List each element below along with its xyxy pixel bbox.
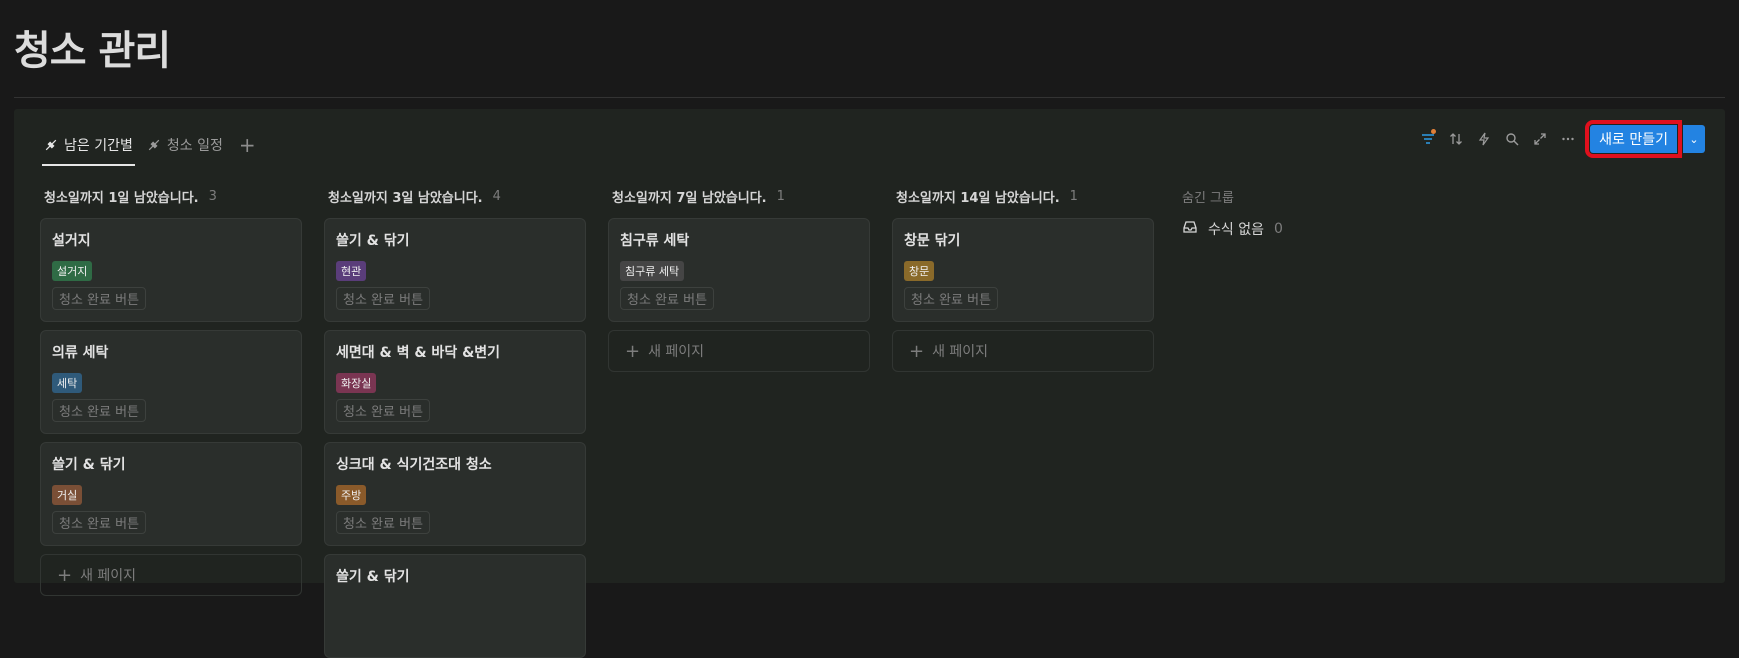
- column-title: 청소일까지 14일 남았습니다.: [896, 190, 1060, 206]
- card-tag: 창문: [904, 261, 935, 281]
- hidden-groups: 숨긴 그룹 수식 없음 0: [1176, 183, 1382, 658]
- column-header[interactable]: 청소일까지 1일 남았습니다. 3: [40, 183, 302, 209]
- column-header[interactable]: 청소일까지 14일 남았습니다. 1: [892, 183, 1154, 209]
- inbox-icon: [1182, 219, 1198, 239]
- database-panel: 남은 기간별 청소 일정 + 새로 만들기 ⌄ 청소일까지 1일 남았습니다. …: [14, 109, 1725, 658]
- board: 청소일까지 1일 남았습니다. 3 설거지 설거지 청소 완료 버튼 의류 세탁…: [40, 183, 1382, 658]
- board-card[interactable]: 의류 세탁 세탁 청소 완료 버튼: [40, 330, 302, 434]
- plus-icon: +: [625, 340, 641, 362]
- hidden-group-label: 수식 없음: [1208, 222, 1264, 238]
- new-page-button[interactable]: + 새 페이지: [608, 330, 870, 372]
- column-count: 1: [776, 188, 785, 204]
- title-divider: [14, 97, 1725, 98]
- pin-icon: [147, 138, 161, 152]
- page-title: 청소 관리: [14, 28, 171, 74]
- column-count: 3: [208, 188, 217, 204]
- card-title: 싱크대 & 식기건조대 청소: [336, 457, 492, 473]
- expand-icon[interactable]: [1526, 125, 1554, 153]
- cleaning-done-button[interactable]: 청소 완료 버튼: [904, 287, 999, 310]
- board-card[interactable]: 설거지 설거지 청소 완료 버튼: [40, 218, 302, 322]
- card-title: 설거지: [52, 233, 91, 249]
- board-column: 청소일까지 7일 남았습니다. 1 침구류 세탁 침구류 세탁 청소 완료 버튼…: [608, 183, 870, 658]
- card-title: 의류 세탁: [52, 345, 109, 361]
- toolbar: 새로 만들기 ⌄: [1414, 120, 1705, 158]
- card-title: 쓸기 & 닦기: [52, 457, 126, 473]
- new-page-label: 새 페이지: [648, 344, 705, 360]
- card-tag: 침구류 세탁: [620, 261, 685, 281]
- tab-cleaning-schedule[interactable]: 청소 일정: [145, 130, 225, 160]
- cleaning-done-button[interactable]: 청소 완료 버튼: [336, 399, 431, 422]
- filter-icon[interactable]: [1414, 125, 1442, 153]
- board-card[interactable]: 쓸기 & 닦기 거실 청소 완료 버튼: [40, 442, 302, 546]
- tab-by-remaining-days[interactable]: 남은 기간별: [42, 130, 135, 166]
- new-button-group: 새로 만들기 ⌄: [1585, 120, 1705, 158]
- board-column: 청소일까지 14일 남았습니다. 1 창문 닦기 창문 청소 완료 버튼 + 새…: [892, 183, 1154, 658]
- card-title: 세면대 & 벽 & 바닥 &변기: [336, 345, 501, 361]
- hidden-group-count: 0: [1273, 221, 1283, 237]
- filter-active-dot: [1431, 129, 1437, 134]
- card-tag: 거실: [52, 485, 83, 505]
- tab-label: 남은 기간별: [64, 138, 133, 154]
- new-page-button[interactable]: + 새 페이지: [892, 330, 1154, 372]
- board-card[interactable]: 침구류 세탁 침구류 세탁 청소 완료 버튼: [608, 218, 870, 322]
- column-count: 1: [1069, 188, 1078, 204]
- plus-icon: +: [57, 564, 73, 586]
- column-title: 청소일까지 7일 남았습니다.: [612, 190, 767, 206]
- card-title: 쓸기 & 닦기: [336, 569, 410, 585]
- cleaning-done-button[interactable]: 청소 완료 버튼: [620, 287, 715, 310]
- search-icon[interactable]: [1498, 125, 1526, 153]
- sort-icon[interactable]: [1442, 125, 1470, 153]
- column-title: 청소일까지 1일 남았습니다.: [44, 190, 199, 206]
- more-icon[interactable]: [1554, 125, 1582, 153]
- card-tag: 주방: [336, 485, 367, 505]
- new-options-button[interactable]: ⌄: [1683, 125, 1705, 153]
- board-card[interactable]: 세면대 & 벽 & 바닥 &변기 화장실 청소 완료 버튼: [324, 330, 586, 434]
- cleaning-done-button[interactable]: 청소 완료 버튼: [336, 287, 431, 310]
- view-tabs: 남은 기간별 청소 일정 +: [42, 130, 256, 166]
- board-card[interactable]: 쓸기 & 닦기 현관 청소 완료 버튼: [324, 218, 586, 322]
- column-header[interactable]: 청소일까지 7일 남았습니다. 1: [608, 183, 870, 209]
- plus-icon: +: [909, 340, 925, 362]
- column-header[interactable]: 청소일까지 3일 남았습니다. 4: [324, 183, 586, 209]
- card-tag: 화장실: [336, 373, 377, 393]
- tab-label: 청소 일정: [166, 138, 223, 154]
- cleaning-done-button[interactable]: 청소 완료 버튼: [336, 511, 431, 534]
- cleaning-done-button[interactable]: 청소 완료 버튼: [52, 399, 147, 422]
- card-tag: 설거지: [52, 261, 93, 281]
- new-page-button[interactable]: + 새 페이지: [40, 554, 302, 596]
- automation-icon[interactable]: [1470, 125, 1498, 153]
- card-title: 창문 닦기: [904, 233, 961, 249]
- board-column: 청소일까지 1일 남았습니다. 3 설거지 설거지 청소 완료 버튼 의류 세탁…: [40, 183, 302, 658]
- board-column: 청소일까지 3일 남았습니다. 4 쓸기 & 닦기 현관 청소 완료 버튼 세면…: [324, 183, 586, 658]
- hidden-group-item[interactable]: 수식 없음 0: [1182, 219, 1382, 239]
- new-page-label: 새 페이지: [932, 344, 989, 360]
- board-card[interactable]: 싱크대 & 식기건조대 청소 주방 청소 완료 버튼: [324, 442, 586, 546]
- cleaning-done-button[interactable]: 청소 완료 버튼: [52, 287, 147, 310]
- card-tag: 세탁: [52, 373, 83, 393]
- column-count: 4: [492, 188, 501, 204]
- new-page-label: 새 페이지: [80, 568, 137, 584]
- cleaning-done-button[interactable]: 청소 완료 버튼: [52, 511, 147, 534]
- add-view-icon[interactable]: +: [239, 133, 256, 157]
- card-tag: 현관: [336, 261, 367, 281]
- card-title: 침구류 세탁: [620, 233, 690, 249]
- hidden-groups-title: 숨긴 그룹: [1182, 190, 1234, 206]
- board-card[interactable]: 쓸기 & 닦기: [324, 554, 586, 658]
- column-title: 청소일까지 3일 남았습니다.: [328, 190, 483, 206]
- new-button[interactable]: 새로 만들기: [1585, 120, 1682, 158]
- card-title: 쓸기 & 닦기: [336, 233, 410, 249]
- chevron-down-icon: ⌄: [1689, 132, 1699, 146]
- board-card[interactable]: 창문 닦기 창문 청소 완료 버튼: [892, 218, 1154, 322]
- pin-icon: [44, 138, 58, 152]
